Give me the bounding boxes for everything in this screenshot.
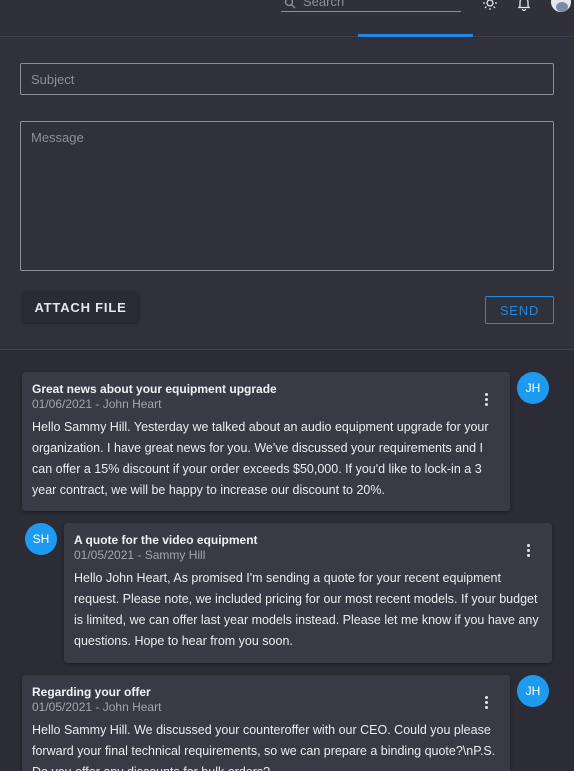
bell-icon[interactable] [516, 0, 532, 11]
subject-field[interactable] [20, 63, 554, 95]
sender-avatar: SH [25, 523, 57, 555]
message-subject: Great news about your equipment upgrade [32, 382, 277, 396]
page: ATTACH FILE SEND Great news about your e… [0, 0, 574, 771]
search-box[interactable] [281, 0, 461, 12]
more-vert-icon[interactable] [520, 541, 538, 559]
search-icon [284, 0, 296, 9]
attach-file-button[interactable]: ATTACH FILE [23, 292, 138, 322]
more-vert-icon[interactable] [478, 390, 496, 408]
message-field[interactable] [20, 121, 554, 271]
top-bar [0, 0, 574, 37]
message-subject: Regarding your offer [32, 685, 151, 699]
brightness-icon[interactable] [482, 0, 498, 11]
active-tab-indicator [358, 34, 473, 37]
message-subject: A quote for the video equipment [74, 533, 258, 547]
sender-avatar: JH [517, 372, 549, 404]
more-vert-icon[interactable] [478, 693, 496, 711]
message-meta: 01/06/2021 - John Heart [32, 397, 162, 411]
message-meta: 01/05/2021 - Sammy Hill [74, 548, 206, 562]
message-body: Hello John Heart, As promised I'm sendin… [74, 571, 539, 648]
message-body: Hello Sammy Hill. Yesterday we talked ab… [32, 420, 489, 497]
sender-avatar: JH [517, 675, 549, 707]
message-card: A quote for the video equipment 01/05/20… [64, 523, 552, 663]
search-input[interactable] [303, 0, 453, 10]
message-meta: 01/05/2021 - John Heart [32, 700, 162, 714]
compose-panel: ATTACH FILE SEND [0, 38, 574, 350]
message-card: Great news about your equipment upgrade … [22, 372, 510, 511]
message-card: Regarding your offer 01/05/2021 - John H… [22, 675, 510, 771]
subject-input[interactable] [21, 64, 553, 94]
message-input[interactable] [21, 122, 553, 270]
user-avatar[interactable] [549, 0, 573, 14]
send-button[interactable]: SEND [485, 296, 554, 324]
message-body: Hello Sammy Hill. We discussed your coun… [32, 723, 496, 771]
